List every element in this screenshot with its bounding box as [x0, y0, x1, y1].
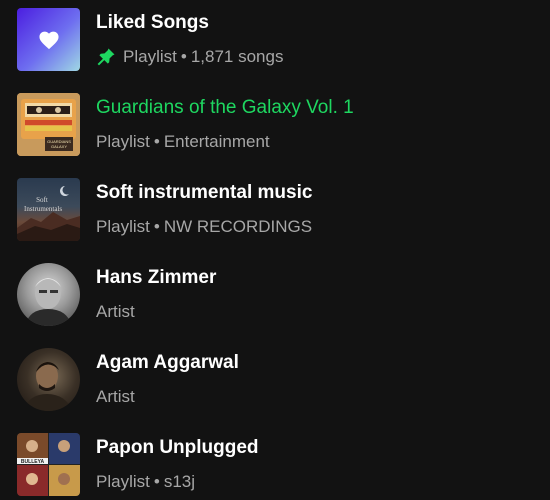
item-type: Artist — [96, 302, 135, 321]
separator-dot: • — [153, 217, 160, 236]
item-detail: Entertainment — [163, 132, 270, 151]
item-subtitle: Artist — [96, 302, 135, 322]
item-type: Playlist — [96, 132, 150, 151]
list-item-hans-zimmer[interactable]: Hans Zimmer Artist — [0, 255, 550, 339]
separator-dot: • — [153, 132, 160, 151]
heart-icon — [38, 31, 59, 49]
separator-dot: • — [153, 472, 160, 491]
artist-portrait — [23, 362, 73, 411]
item-title: Agam Aggarwal — [96, 352, 239, 373]
cover-text-2: GALAXY — [51, 144, 67, 149]
item-subtitle: Playlist • NW RECORDINGS — [96, 217, 312, 237]
item-title: Liked Songs — [96, 12, 209, 33]
item-subtitle: Playlist • 1,871 songs — [96, 47, 283, 67]
liked-songs-cover — [17, 8, 80, 71]
item-type: Artist — [96, 387, 135, 406]
cover-text: Soft Instrumentals — [24, 196, 63, 213]
item-detail: 1,871 songs — [190, 47, 284, 66]
list-item-soft-instrumental[interactable]: Soft Instrumentals Soft instrumental mus… — [0, 170, 550, 254]
guardians-cover: GUARDIANS GALAXY — [17, 93, 80, 156]
item-detail: NW RECORDINGS — [163, 217, 313, 236]
artist-portrait — [25, 277, 72, 326]
avatar — [17, 263, 80, 326]
list-item-papon-unplugged[interactable]: BULLEYA Papon Unplugged Playlist • s13j — [0, 425, 550, 500]
item-title: Hans Zimmer — [96, 267, 217, 288]
separator-dot: • — [180, 47, 187, 66]
papon-unplugged-cover: BULLEYA — [17, 433, 80, 496]
cassette-art: GUARDIANS GALAXY — [17, 93, 80, 156]
item-subtitle: Artist — [96, 387, 135, 407]
collage-art: BULLEYA — [17, 433, 80, 496]
item-type: Playlist — [96, 472, 150, 491]
pin-icon — [97, 48, 115, 66]
cover-text: BULLEYA — [21, 459, 45, 465]
item-type: Playlist — [123, 47, 177, 66]
list-item-liked-songs[interactable]: Liked Songs Playlist • 1,871 songs — [0, 0, 550, 84]
item-title: Soft instrumental music — [96, 182, 313, 203]
avatar — [17, 348, 80, 411]
list-item-guardians[interactable]: GUARDIANS GALAXY Guardians of the Galaxy… — [0, 85, 550, 169]
soft-instrumental-cover: Soft Instrumentals — [17, 178, 80, 241]
item-detail: s13j — [163, 472, 195, 491]
list-item-agam-aggarwal[interactable]: Agam Aggarwal Artist — [0, 340, 550, 424]
item-title: Guardians of the Galaxy Vol. 1 — [96, 97, 354, 118]
item-subtitle: Playlist • s13j — [96, 472, 195, 492]
item-subtitle: Playlist • Entertainment — [96, 132, 270, 152]
library-list: Liked Songs Playlist • 1,871 songs GUARD… — [0, 0, 550, 500]
item-type: Playlist — [96, 217, 150, 236]
item-title: Papon Unplugged — [96, 437, 259, 458]
